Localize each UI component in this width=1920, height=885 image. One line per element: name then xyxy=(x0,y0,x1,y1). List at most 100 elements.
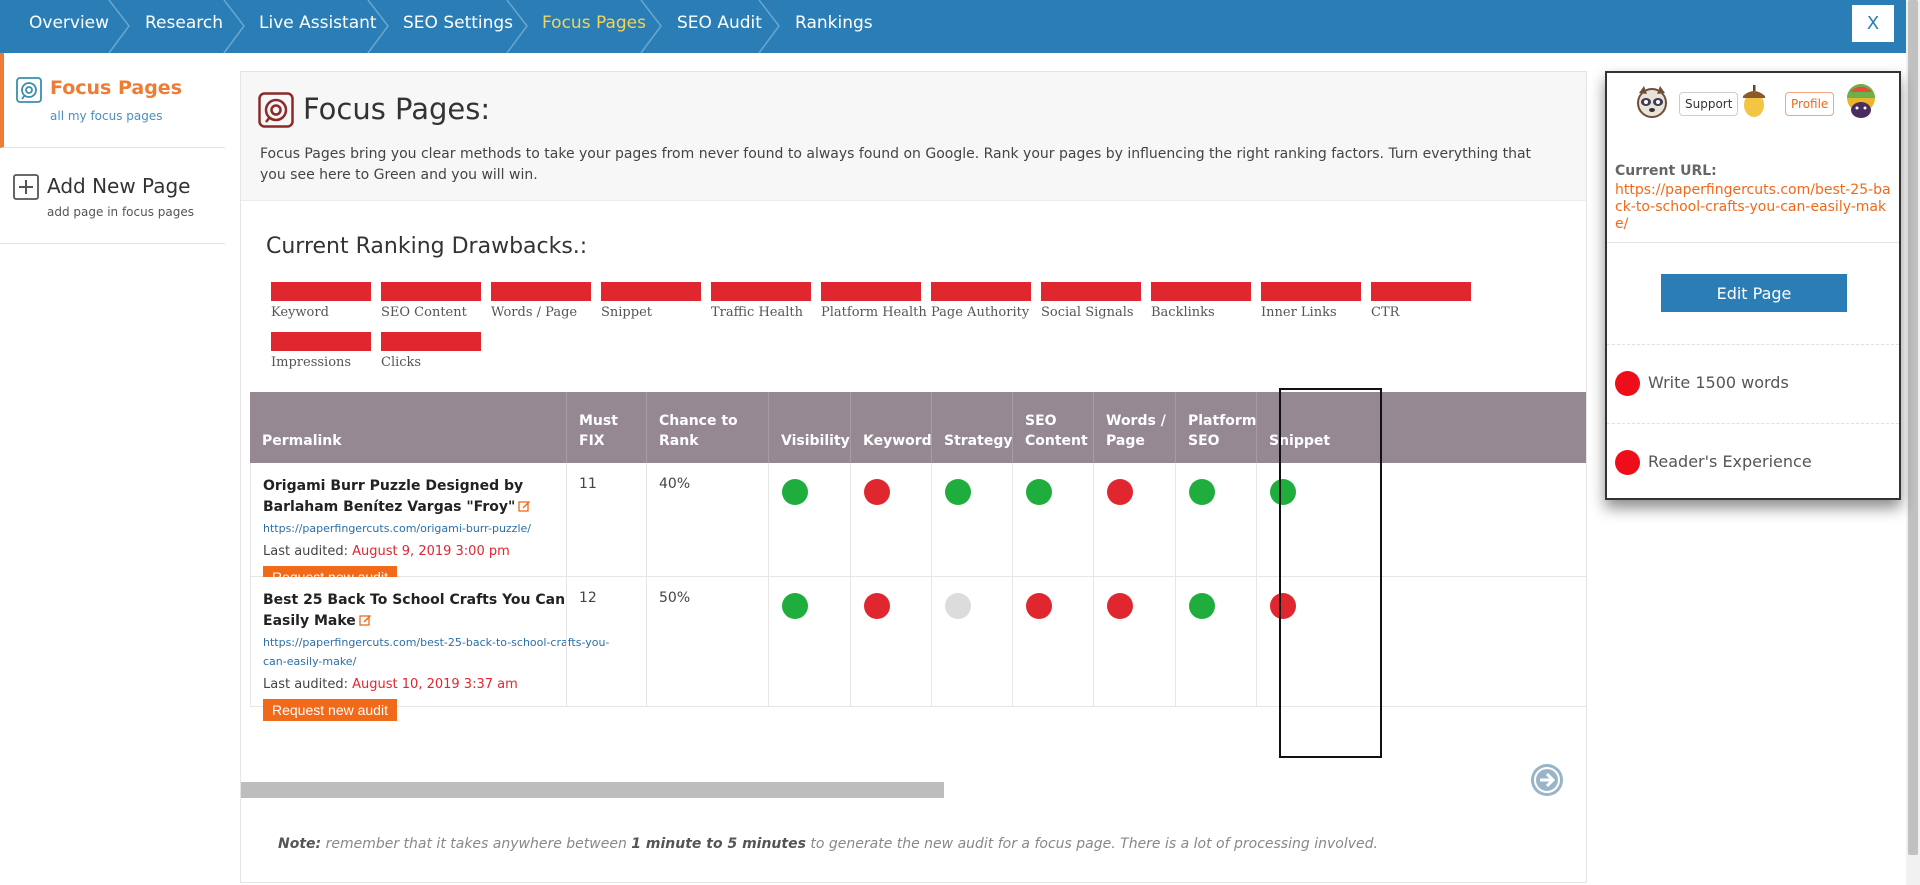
last-audited-label: Last audited: xyxy=(263,544,349,559)
last-audited: Last audited: August 10, 2019 3:37 am xyxy=(263,675,566,695)
drawback-item: Backlinks xyxy=(1151,282,1251,320)
page-title-link[interactable]: Best 25 Back To School Crafts You Can Ea… xyxy=(263,590,603,632)
column-header-words-per-page: Words / Page xyxy=(1093,392,1175,463)
drawback-label: Inner Links xyxy=(1261,305,1337,320)
divider xyxy=(1607,344,1899,345)
grey-status-icon xyxy=(945,593,971,619)
red-status-icon xyxy=(864,479,890,505)
nav-live-assistant[interactable]: Live Assistant xyxy=(259,0,377,53)
drawback-status-bar xyxy=(381,282,481,301)
drawback-status-bar xyxy=(271,282,371,301)
arrow-right-icon[interactable] xyxy=(1531,764,1563,796)
edit-page-button[interactable]: Edit Page xyxy=(1661,274,1847,312)
green-status-icon xyxy=(1026,479,1052,505)
must-fix-value: 11 xyxy=(579,476,597,492)
drawback-item: Platform Health xyxy=(821,282,927,320)
nav-focus-pages[interactable]: Focus Pages xyxy=(542,0,646,53)
chance-to-rank-cell: 40% xyxy=(646,463,768,576)
nav-seo-audit[interactable]: SEO Audit xyxy=(677,0,762,53)
drawback-label: Impressions xyxy=(271,355,352,370)
drawback-label: Keyword xyxy=(271,305,329,320)
page-title-link[interactable]: Origami Burr Puzzle Designed by Barlaham… xyxy=(263,476,603,518)
support-button[interactable]: Support xyxy=(1679,92,1739,116)
divider xyxy=(1607,423,1899,424)
red-status-icon xyxy=(864,593,890,619)
nav-research[interactable]: Research xyxy=(145,0,223,53)
green-status-icon xyxy=(1189,593,1215,619)
drawback-item: Inner Links xyxy=(1261,282,1361,320)
intro-section: Focus Pages: Focus Pages bring you clear… xyxy=(241,72,1586,201)
acorn-icon xyxy=(1743,85,1765,117)
red-status-icon xyxy=(1107,593,1133,619)
last-audited-date: August 9, 2019 3:00 pm xyxy=(352,544,510,559)
column-header-label: Must FIX xyxy=(579,413,618,449)
chevron-right-icon xyxy=(367,0,389,53)
seo-content-cell xyxy=(1012,463,1093,576)
green-status-icon xyxy=(782,479,808,505)
page-title-text: Best 25 Back To School Crafts You Can Ea… xyxy=(263,592,566,629)
task-label: Write 1500 words xyxy=(1648,373,1789,392)
drawback-label: Traffic Health xyxy=(711,305,803,320)
chance-to-rank-value: 50% xyxy=(659,590,691,606)
must-fix-value: 12 xyxy=(579,590,597,606)
chevron-right-icon xyxy=(758,0,780,53)
raccoon-mascot-icon[interactable] xyxy=(1633,83,1671,121)
column-header-chance-to-rank: Chance to Rank xyxy=(646,392,768,463)
permalink-cell: Origami Burr Puzzle Designed by Barlaham… xyxy=(250,463,566,588)
page-url-link[interactable]: https://paperfingercuts.com/best-25-back… xyxy=(263,633,618,671)
sidebar-item-focus-pages[interactable]: Focus Pages all my focus pages xyxy=(0,53,225,148)
table-horizontal-scrollbar[interactable] xyxy=(241,780,1578,798)
column-header-label: Permalink xyxy=(262,433,342,449)
focus-pages-icon xyxy=(16,77,42,103)
edit-icon[interactable] xyxy=(518,499,531,512)
must-fix-cell: 12 xyxy=(566,577,646,706)
task-readers-experience[interactable]: Reader's Experience xyxy=(1615,449,1812,475)
note-text-before: remember that it takes anywhere between xyxy=(325,836,627,852)
page-scrollbar-thumb[interactable] xyxy=(1908,0,1918,855)
request-new-audit-button[interactable]: Request new audit xyxy=(263,699,397,721)
avatar[interactable] xyxy=(1843,82,1879,122)
platform-seo-cell xyxy=(1175,463,1256,576)
column-header-label: Visibility xyxy=(781,433,850,449)
words-per-page-cell xyxy=(1093,463,1175,576)
scrollbar-thumb[interactable] xyxy=(241,782,944,798)
drawback-item: Page Authority xyxy=(931,282,1031,320)
edit-icon[interactable] xyxy=(359,613,372,626)
drawback-status-bar xyxy=(1371,282,1471,301)
page-scrollbar[interactable] xyxy=(1906,0,1920,885)
drawback-item: CTR xyxy=(1371,282,1471,320)
drawback-label: Snippet xyxy=(601,305,652,320)
sidebar-item-add-new-page[interactable]: Add New Page add page in focus pages xyxy=(0,148,225,244)
permalink-cell: Best 25 Back To School Crafts You Can Ea… xyxy=(250,577,609,721)
task-write-1500-words[interactable]: Write 1500 words xyxy=(1615,370,1789,396)
sidebar-item-subtitle: all my focus pages xyxy=(50,109,163,123)
keyword-cell xyxy=(850,463,931,576)
close-button[interactable]: X xyxy=(1852,5,1894,42)
add-square-icon xyxy=(13,174,39,200)
drawback-label: Backlinks xyxy=(1151,305,1215,320)
green-status-icon xyxy=(1270,479,1296,505)
snippet-cell xyxy=(1256,577,1337,706)
current-url-label: Current URL: xyxy=(1615,163,1717,179)
last-audited-date: August 10, 2019 3:37 am xyxy=(352,677,518,692)
nav-overview[interactable]: Overview xyxy=(29,0,109,53)
focus-pages-logo-icon xyxy=(258,92,294,128)
table-header: Permalink Must FIX Chance to Rank Visibilit… xyxy=(250,392,1586,463)
drawback-status-bar xyxy=(711,282,811,301)
page-url-link[interactable]: https://paperfingercuts.com/origami-burr… xyxy=(263,519,618,538)
assistant-panel: Support Profile Current URL: https://pap… xyxy=(1605,71,1901,500)
nav-seo-settings[interactable]: SEO Settings xyxy=(403,0,513,53)
chevron-right-icon xyxy=(506,0,528,53)
note-label: Note: xyxy=(278,836,322,852)
drawback-status-bar xyxy=(1261,282,1361,301)
table-row: Origami Burr Puzzle Designed by Barlaham… xyxy=(250,463,1586,588)
drawback-label: CTR xyxy=(1371,305,1400,320)
nav-rankings[interactable]: Rankings xyxy=(795,0,873,53)
task-label: Reader's Experience xyxy=(1648,452,1812,471)
profile-button[interactable]: Profile xyxy=(1785,92,1835,116)
current-url-link[interactable]: https://paperfingercuts.com/best-25-back… xyxy=(1615,182,1897,233)
drawback-status-bar xyxy=(1041,282,1141,301)
sidebar-item-subtitle: add page in focus pages xyxy=(47,205,194,219)
platform-seo-cell xyxy=(1175,577,1256,706)
column-header-visibility: Visibility xyxy=(768,392,850,463)
